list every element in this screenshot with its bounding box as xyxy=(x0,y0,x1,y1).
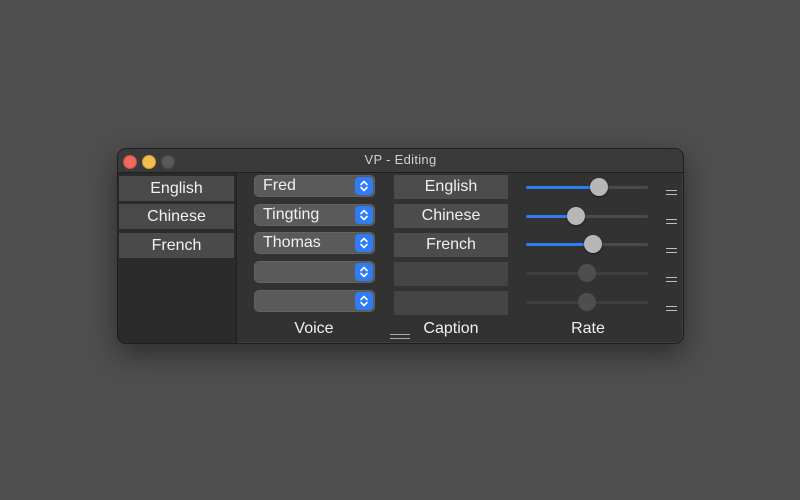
slider-fill xyxy=(526,186,600,189)
rate-slider xyxy=(526,263,648,283)
select-arrows-icon xyxy=(355,177,373,195)
slider-knob xyxy=(578,264,596,282)
voice-select[interactable]: Fred xyxy=(254,175,375,197)
select-arrows-icon xyxy=(355,234,373,252)
caption-field[interactable]: French xyxy=(394,233,508,257)
grid-icon[interactable] xyxy=(120,343,142,344)
caption-field[interactable] xyxy=(394,262,508,286)
voice-column-header: Voice xyxy=(294,320,334,337)
window-title: VP - Editing xyxy=(364,152,437,167)
slider-knob[interactable] xyxy=(567,207,586,225)
language-item-english[interactable]: English xyxy=(119,176,234,201)
voice-value: Fred xyxy=(263,177,296,194)
language-item-chinese[interactable]: Chinese xyxy=(119,204,234,229)
caption-field[interactable]: Chinese xyxy=(394,204,508,228)
voice-select[interactable]: Tingting xyxy=(254,204,375,226)
rate-column-header: Rate xyxy=(571,320,605,337)
slider-knob[interactable] xyxy=(584,235,603,253)
row-drag-handle-icon[interactable] xyxy=(666,277,677,283)
slider-knob[interactable] xyxy=(590,178,609,196)
row-drag-handle-icon[interactable] xyxy=(666,190,677,196)
voice-select[interactable] xyxy=(254,261,375,283)
caption-field[interactable]: English xyxy=(394,175,508,199)
row-drag-handle-icon[interactable] xyxy=(666,219,677,225)
row-drag-handle-icon[interactable] xyxy=(666,306,677,312)
select-arrows-icon xyxy=(355,206,373,224)
resize-handle-icon[interactable] xyxy=(390,334,410,340)
select-arrows-icon xyxy=(355,292,373,310)
language-list: English Chinese French xyxy=(118,173,237,343)
voice-select[interactable]: Thomas xyxy=(254,232,375,254)
language-item-french[interactable]: French xyxy=(119,233,234,258)
slider-knob xyxy=(578,293,596,311)
voice-value: Tingting xyxy=(263,206,320,223)
rate-slider[interactable] xyxy=(526,234,648,254)
gear-icon[interactable] xyxy=(173,343,193,344)
rate-slider[interactable] xyxy=(526,206,648,226)
voice-value: Thomas xyxy=(263,234,321,251)
app-window: VP - Editing English Chinese French Fred… xyxy=(117,148,684,344)
voice-select[interactable] xyxy=(254,290,375,312)
caption-field[interactable] xyxy=(394,291,508,315)
rate-slider[interactable] xyxy=(526,177,648,197)
caption-column-header: Caption xyxy=(423,320,479,337)
title-bar[interactable]: VP - Editing xyxy=(118,149,683,173)
slider-fill xyxy=(526,243,594,246)
row-drag-handle-icon[interactable] xyxy=(666,248,677,254)
rate-slider xyxy=(526,292,648,312)
select-arrows-icon xyxy=(355,263,373,281)
